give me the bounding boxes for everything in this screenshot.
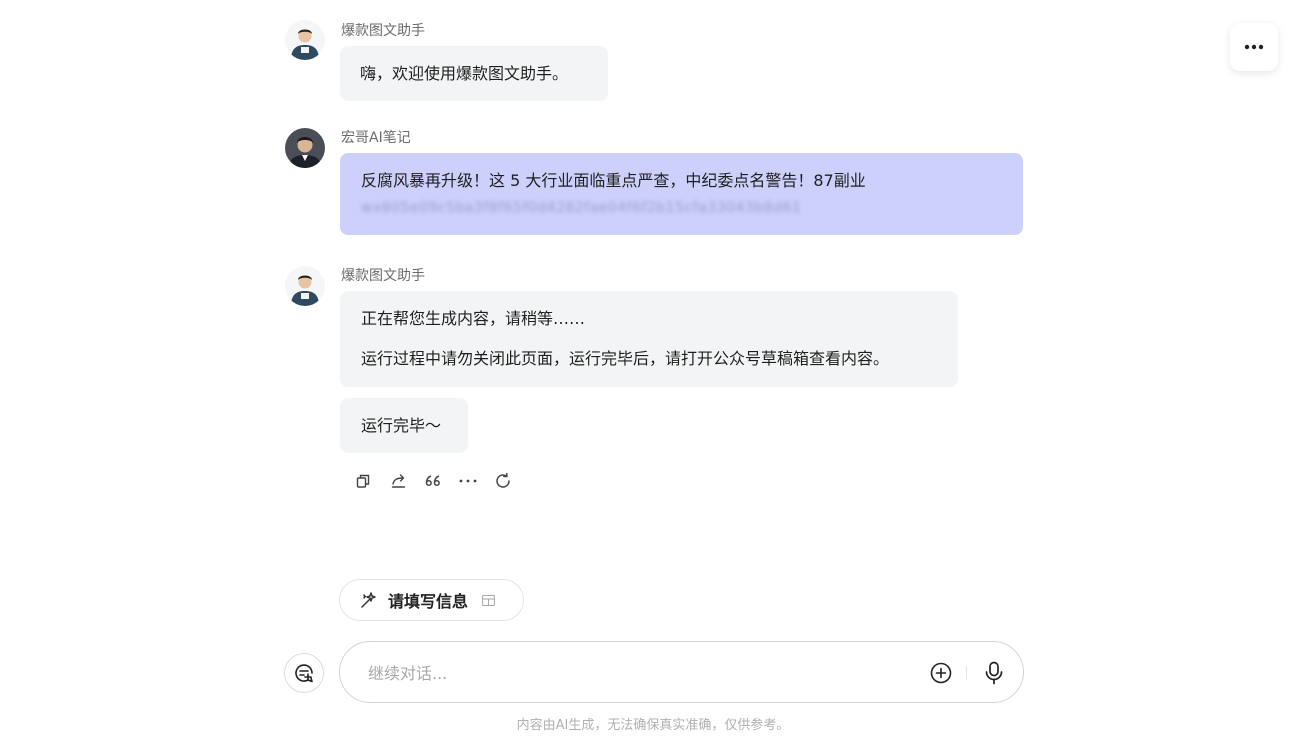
- regenerate-icon: [496, 472, 510, 488]
- message-actions: [352, 470, 527, 492]
- new-chat-icon: [295, 664, 313, 683]
- ellipsis-icon: [1244, 44, 1264, 50]
- ai-disclaimer: 内容由AI生成，无法确保真实准确，仅供参考。: [516, 718, 790, 733]
- message-text: 反腐风暴再升级！这 5 大行业面临重点严查，中纪委点名警告！87副业: [361, 171, 866, 190]
- regenerate-button[interactable]: [492, 470, 514, 492]
- more-actions-button[interactable]: [457, 470, 479, 492]
- bot-avatar: [285, 266, 325, 306]
- divider: [966, 666, 967, 680]
- copy-button[interactable]: [352, 470, 374, 492]
- share-button[interactable]: [387, 470, 409, 492]
- message-sender: 爆款图文助手: [341, 23, 425, 39]
- bot-message-bubble: 运行完毕～: [340, 398, 468, 453]
- message-text: 正在帮您生成内容，请稍等……: [361, 309, 586, 328]
- message-text: 运行过程中请勿关闭此页面，运行完毕后，请打开公众号草稿箱查看内容。: [361, 349, 890, 368]
- user-avatar: [285, 128, 325, 168]
- message-sender: 爆款图文助手: [341, 268, 425, 284]
- chat-page: 爆款图文助手 嗨，欢迎使用爆款图文助手。 宏哥AI笔记 反腐风暴再升级！这 5 …: [0, 0, 1306, 744]
- chat-composer: [339, 641, 1024, 703]
- message-text: 运行完毕～: [361, 416, 442, 435]
- microphone-icon[interactable]: [982, 660, 1006, 686]
- bot-message-bubble: 正在帮您生成内容，请稍等…… 运行过程中请勿关闭此页面，运行完毕后，请打开公众号…: [340, 291, 958, 387]
- new-chat-button[interactable]: [284, 653, 324, 693]
- chat-input[interactable]: [368, 660, 908, 686]
- message-sender: 宏哥AI笔记: [341, 130, 411, 146]
- bot-avatar: [285, 20, 325, 60]
- fill-info-label: 请填写信息: [388, 592, 469, 611]
- copy-icon: [356, 474, 370, 488]
- sparkle-wand-icon: [361, 592, 376, 608]
- add-attachment-icon[interactable]: [929, 661, 953, 685]
- user-message-bubble: 反腐风暴再升级！这 5 大行业面临重点严查，中纪委点名警告！87副业 wx805…: [340, 153, 1023, 235]
- more-icon: [459, 479, 477, 483]
- form-icon: [482, 594, 496, 606]
- quote-button[interactable]: [422, 470, 444, 492]
- bot-message-bubble: 嗨，欢迎使用爆款图文助手。: [340, 46, 608, 101]
- blurred-text: wx805e09c5ba3f8f65f0d4282fae04f6f2b15cfa…: [361, 200, 802, 216]
- more-options-button[interactable]: [1230, 23, 1278, 71]
- share-icon: [391, 474, 405, 488]
- quote-icon: [425, 475, 440, 487]
- message-text: 嗨，欢迎使用爆款图文助手。: [360, 64, 569, 83]
- fill-info-button[interactable]: 请填写信息: [339, 579, 524, 621]
